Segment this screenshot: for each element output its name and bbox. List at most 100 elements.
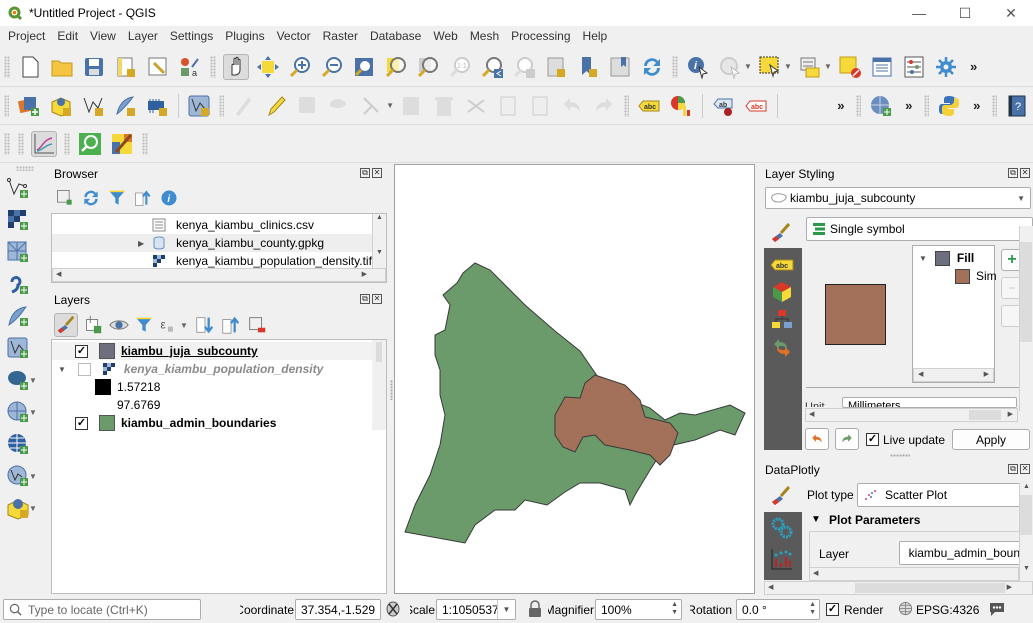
zoom-to-selection-icon[interactable] — [383, 54, 409, 80]
new-print-layout-icon[interactable] — [113, 54, 139, 80]
plot-style-icon[interactable] — [768, 483, 794, 509]
locator-search-input[interactable]: Type to locate (Ctrl+K) — [3, 599, 201, 620]
add-group-icon[interactable] — [82, 314, 104, 336]
toolbar-grip[interactable] — [992, 94, 997, 117]
toolbar-grip[interactable] — [219, 94, 225, 117]
collapse-arrow-icon[interactable]: ▼ — [919, 254, 927, 263]
symbol-tree-simple-fill-item[interactable]: Sim — [955, 266, 997, 286]
float-panel-button[interactable]: ⧉ — [1008, 168, 1018, 178]
zoom-to-layer-icon[interactable] — [415, 54, 441, 80]
toggle-editing-icon[interactable] — [263, 93, 289, 119]
chevron-down-icon[interactable]: ▼ — [180, 321, 188, 330]
processing-history-icon[interactable] — [109, 131, 135, 157]
history-tab-icon[interactable] — [770, 336, 794, 360]
map-canvas[interactable] — [394, 164, 755, 594]
toggle-extents-icon[interactable] — [384, 600, 402, 618]
add-vector-layer-icon[interactable] — [5, 175, 31, 201]
crs-button[interactable]: EPSG:4326 — [916, 603, 979, 617]
label-toolbar-icon[interactable]: abc — [636, 93, 662, 119]
toolbar-grip[interactable] — [4, 94, 9, 117]
new-temp-scratch-icon[interactable] — [144, 93, 170, 119]
toolbar-grip[interactable] — [16, 166, 34, 171]
show-hide-labels-icon[interactable]: abc — [743, 93, 769, 119]
live-update-checkbox[interactable]: ✓ — [866, 433, 879, 446]
splitter-handle[interactable] — [890, 454, 910, 457]
minimize-button[interactable]: — — [896, 0, 942, 26]
chevron-down-icon[interactable]: ▼ — [784, 62, 792, 71]
toolbar-grip[interactable] — [64, 132, 70, 155]
plot-chart-tab-icon[interactable] — [770, 545, 794, 573]
browser-vertical-scrollbar[interactable]: ▲ ▼ — [372, 214, 386, 268]
browser-item[interactable]: ▶ kenya_kiambu_county.gpkg — [52, 234, 386, 252]
cut-features-icon[interactable] — [463, 93, 489, 119]
3d-view-tab-icon[interactable] — [770, 280, 794, 304]
delete-selected-icon[interactable] — [431, 93, 457, 119]
close-panel-button[interactable]: ✕ — [1020, 464, 1030, 474]
menu-raster[interactable]: Raster — [317, 26, 364, 47]
expand-arrow-icon[interactable]: ▶ — [138, 239, 144, 248]
toolbar-grip[interactable] — [672, 55, 678, 78]
map-svg[interactable] — [395, 165, 754, 593]
redo-icon[interactable] — [591, 93, 617, 119]
add-mesh-layer-icon[interactable] — [5, 239, 31, 265]
layer-select-combo[interactable]: kiambu_juja_subcounty ▼ — [765, 187, 1031, 209]
symbology-tab-icon[interactable] — [768, 220, 794, 246]
refresh-icon[interactable] — [639, 54, 665, 80]
refresh-icon[interactable] — [81, 188, 101, 208]
help-icon[interactable]: ? — [1004, 93, 1030, 119]
symbol-tree-fill-item[interactable]: ▼ Fill — [913, 248, 994, 268]
add-virtual-layer-icon[interactable] — [5, 335, 31, 361]
plot-parameters-section[interactable]: Plot Parameters — [829, 513, 920, 527]
new-map-view-icon[interactable] — [543, 54, 569, 80]
toolbox-icon[interactable] — [933, 54, 959, 80]
splitter-handle[interactable] — [390, 380, 393, 400]
remove-layer-icon[interactable] — [246, 314, 268, 336]
close-panel-button[interactable]: ✕ — [372, 294, 382, 304]
plot-type-combo[interactable]: Scatter Plot — [857, 483, 1022, 507]
python-console-icon[interactable] — [936, 93, 962, 119]
diagram-icon[interactable] — [668, 93, 694, 119]
attribute-table-icon[interactable] — [869, 54, 895, 80]
add-polygon-icon[interactable] — [327, 93, 353, 119]
toolbar-grip[interactable] — [924, 94, 930, 117]
rotation-spinbox[interactable]: 0.0 ° ▲ ▼ — [736, 599, 820, 620]
redo-style-button[interactable] — [835, 428, 859, 450]
close-panel-button[interactable]: ✕ — [372, 168, 382, 178]
open-project-icon[interactable] — [49, 54, 75, 80]
new-shapefile-icon[interactable] — [80, 93, 106, 119]
menu-web[interactable]: Web — [427, 26, 463, 47]
menu-settings[interactable]: Settings — [164, 26, 219, 47]
zoom-native-icon[interactable]: 1:1 — [447, 54, 473, 80]
menu-mesh[interactable]: Mesh — [464, 26, 505, 47]
identify-icon[interactable]: i — [685, 54, 711, 80]
add-wms-icon[interactable] — [5, 399, 31, 425]
current-edits-icon[interactable] — [231, 93, 257, 119]
run-action-icon[interactable] — [717, 54, 743, 80]
toolbar-grip[interactable] — [856, 94, 862, 117]
expand-all-icon[interactable] — [194, 314, 216, 336]
style-manager-icon[interactable]: a — [177, 54, 203, 80]
menu-layer[interactable]: Layer — [122, 26, 164, 47]
layer-item-population-density[interactable]: ▼ kenya_kiambu_population_density — [58, 360, 323, 378]
menu-edit[interactable]: Edit — [51, 26, 84, 47]
add-xyz-icon[interactable] — [5, 431, 31, 457]
add-selected-layers-icon[interactable] — [55, 188, 75, 208]
add-spatialite-icon[interactable] — [5, 303, 31, 329]
layer-visibility-checkbox[interactable] — [77, 362, 91, 376]
browser-horizontal-scrollbar[interactable]: ◀ ▶ — [52, 268, 386, 282]
add-wfs-icon[interactable] — [5, 463, 31, 489]
pan-to-selection-icon[interactable] — [255, 54, 281, 80]
zoom-last-icon[interactable] — [479, 54, 505, 80]
spinbox-arrows[interactable]: ▲ ▼ — [671, 601, 678, 617]
new-virtual-layer-icon[interactable] — [186, 93, 212, 119]
float-panel-button[interactable]: ⧉ — [360, 294, 370, 304]
symbol-tree-scrollbar[interactable]: ◀ ▶ — [913, 368, 994, 382]
lock-scale-icon[interactable] — [528, 600, 542, 617]
toolbar-overflow-button[interactable]: » — [973, 98, 980, 113]
maximize-button[interactable]: ☐ — [942, 0, 988, 26]
scale-combo[interactable]: 1:1050537 ▼ — [436, 599, 516, 620]
menu-database[interactable]: Database — [364, 26, 427, 47]
chevron-down-icon[interactable]: ▼ — [386, 101, 394, 110]
info-icon[interactable]: i — [159, 188, 179, 208]
float-panel-button[interactable]: ⧉ — [1008, 464, 1018, 474]
